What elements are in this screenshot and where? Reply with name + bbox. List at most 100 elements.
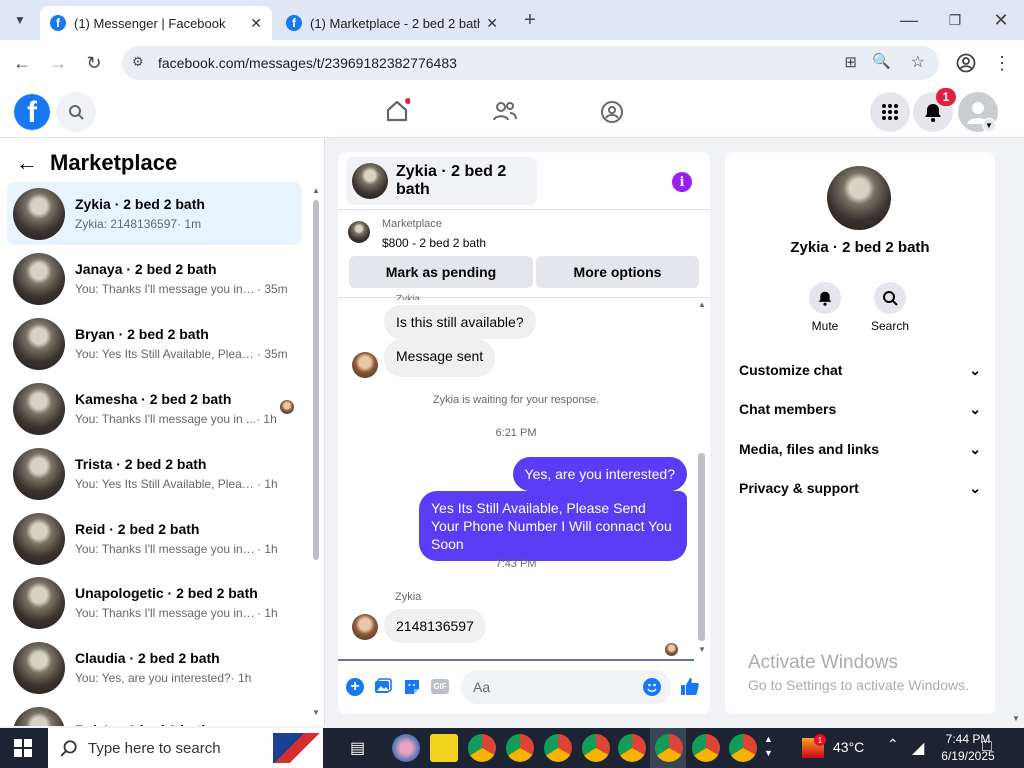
activate-windows-subtitle: Go to Settings to activate Windows. [748, 677, 969, 693]
search-conversation-button[interactable] [874, 282, 906, 314]
chat-scrollbar[interactable]: ▲ ▼ [696, 300, 708, 655]
chat-header[interactable]: Zykia · 2 bed 2 bath [346, 157, 537, 205]
emoji-icon[interactable] [643, 678, 661, 696]
conversation-item[interactable]: Trista · 2 bed 2 bath You: Yes Its Still … [7, 442, 302, 505]
photo-icon[interactable] [374, 678, 392, 701]
mark-pending-button[interactable]: Mark as pending [349, 256, 533, 288]
sticky-notes-icon[interactable] [430, 734, 458, 762]
close-window-icon[interactable]: ✕ [987, 6, 1015, 34]
incoming-message[interactable]: Message sent [384, 339, 496, 377]
chrome-icon[interactable] [729, 734, 757, 762]
section-chat-members[interactable]: Chat members ⌄ [739, 395, 981, 423]
chrome-icon[interactable] [582, 734, 610, 762]
action-center-icon[interactable]: □ [982, 738, 992, 756]
restore-icon[interactable]: ❐ [941, 6, 969, 34]
site-info-icon[interactable]: ⚙ [132, 54, 144, 70]
sticker-icon[interactable] [403, 678, 421, 701]
plus-icon[interactable]: + [346, 678, 364, 696]
contact-avatar [352, 614, 378, 640]
conversation-item[interactable]: Reid · 2 bed 2 bath You: Thanks I'll mess… [7, 507, 302, 570]
conversation-time: · 35m [257, 282, 288, 296]
tab-search-icon[interactable]: ▼ [6, 6, 34, 34]
search-button[interactable] [56, 92, 96, 132]
search-highlight-icon[interactable] [273, 733, 321, 763]
chrome-icon[interactable] [506, 734, 534, 762]
zoom-icon[interactable]: 🔍 [872, 52, 891, 70]
conversation-time: · 1h [257, 477, 278, 491]
browser-menu-icon[interactable]: ⋮ [988, 49, 1016, 77]
conversation-preview: Zykia: 2148136597 [75, 217, 178, 231]
facebook-logo-icon[interactable]: f [14, 94, 50, 130]
chrome-icon[interactable] [468, 734, 496, 762]
conversation-item[interactable]: Kamesha · 2 bed 2 bath You: Thanks I'll m… [7, 377, 302, 440]
tab-close-icon[interactable]: ✕ [486, 15, 498, 32]
windows-start-icon[interactable] [14, 739, 32, 762]
tab-messenger[interactable]: f (1) Messenger | Facebook ✕ [40, 6, 272, 40]
info-icon[interactable]: i [672, 172, 692, 192]
task-view-icon[interactable]: ▤ [350, 738, 365, 758]
forward-icon[interactable]: → [44, 49, 72, 77]
mute-button[interactable] [809, 282, 841, 314]
reload-icon[interactable]: ↻ [80, 49, 108, 77]
conversation-preview: You: Yes, are you interested? [75, 671, 231, 685]
account-chevron-icon[interactable]: ▼ [982, 118, 996, 132]
message-input[interactable]: Aa [461, 670, 671, 704]
listing-description: $800 - 2 bed 2 bath [382, 236, 487, 250]
groups-nav-icon[interactable] [599, 99, 625, 130]
new-tab-icon[interactable]: + [516, 6, 544, 34]
chrome-icon[interactable] [655, 734, 683, 762]
system-tray-chevron-icon[interactable]: ⌃ [887, 736, 899, 753]
listing-thumbnail [13, 317, 65, 370]
back-arrow-icon[interactable]: ← [16, 150, 38, 176]
conversation-item[interactable]: Bryan · 2 bed 2 bath You: Yes Its Still A… [7, 312, 302, 375]
back-icon[interactable]: ← [8, 49, 36, 77]
timestamp: 7:43 PM [495, 558, 537, 570]
taskbar-search-box[interactable]: Type here to search [48, 728, 323, 768]
section-customize-chat[interactable]: Customize chat ⌄ [739, 356, 981, 384]
marketplace-conversation-list: ← Marketplace Zykia · 2 bed 2 bath Zykia:… [0, 138, 325, 726]
incoming-message[interactable]: Is this still available? [384, 305, 536, 339]
tab-title: (1) Messenger | Facebook [74, 15, 226, 31]
tab-close-icon[interactable]: ✕ [250, 15, 262, 32]
bookmark-star-icon[interactable]: ☆ [911, 52, 925, 72]
more-options-button[interactable]: More options [536, 256, 699, 288]
conversation-item[interactable]: Zykia · 2 bed 2 bath Zykia: 2148136597 · … [7, 182, 302, 245]
chrome-icon[interactable] [618, 734, 646, 762]
tab-marketplace[interactable]: f (1) Marketplace - 2 bed 2 bath ✕ [276, 6, 508, 40]
paint-app-icon[interactable] [392, 734, 420, 762]
menu-grid-button[interactable] [870, 92, 910, 132]
thumbs-up-icon[interactable] [680, 676, 700, 701]
taskbar-overflow-icon[interactable]: ▲ ▼ [764, 732, 773, 760]
conversation-item[interactable]: Claudia · 2 bed 2 bath You: Yes, are you … [7, 636, 302, 699]
gif-button[interactable]: GIF [431, 679, 449, 694]
friends-nav-icon[interactable] [492, 100, 518, 129]
conversation-name: Trista · 2 bed 2 bath [75, 456, 207, 472]
install-app-icon[interactable]: ⊞ [844, 53, 857, 71]
section-label: Customize chat [739, 362, 843, 378]
conversation-item[interactable]: Raja'e · 2 bed 2 bath [7, 701, 302, 726]
conversation-item[interactable]: Unapologetic · 2 bed 2 bath You: Thanks I… [7, 571, 302, 634]
outgoing-message[interactable]: Yes, are you interested? [512, 457, 687, 491]
conversation-name: Janaya · 2 bed 2 bath [75, 261, 217, 277]
chevron-down-icon: ⌄ [969, 440, 981, 457]
incoming-message[interactable]: 2148136597 [384, 609, 486, 643]
home-nav-icon[interactable] [384, 98, 411, 129]
network-icon[interactable]: ◢ [912, 738, 924, 758]
browser-address-bar: ← → ↻ ⚙ facebook.com/messages/t/23969182… [0, 40, 1024, 86]
page-scroll-down-icon[interactable]: ▼ [1012, 714, 1020, 723]
scrollbar[interactable]: ▲ ▼ [312, 186, 320, 717]
section-media-files-links[interactable]: Media, files and links ⌄ [739, 435, 981, 463]
chrome-icon[interactable] [692, 734, 720, 762]
minimize-icon[interactable]: — [895, 6, 923, 34]
url-field[interactable]: ⚙ facebook.com/messages/t/23969182382776… [122, 46, 939, 80]
profile-icon[interactable] [952, 49, 980, 77]
chrome-icon[interactable] [544, 734, 572, 762]
conversation-details-panel: Zykia · 2 bed 2 bath Mute Search Customi… [725, 152, 995, 714]
section-privacy-support[interactable]: Privacy & support ⌄ [739, 474, 981, 502]
listing-photo [827, 166, 891, 230]
browser-tab-bar: ▼ f (1) Messenger | Facebook ✕ f (1) Mar… [0, 0, 1024, 40]
seen-receipt-avatar [280, 400, 294, 414]
conversation-item[interactable]: Janaya · 2 bed 2 bath You: Thanks I'll me… [7, 247, 302, 310]
weather-temperature[interactable]: 43°C [833, 739, 864, 755]
outgoing-message[interactable]: Yes Its Still Available, Please Send You… [419, 491, 687, 561]
